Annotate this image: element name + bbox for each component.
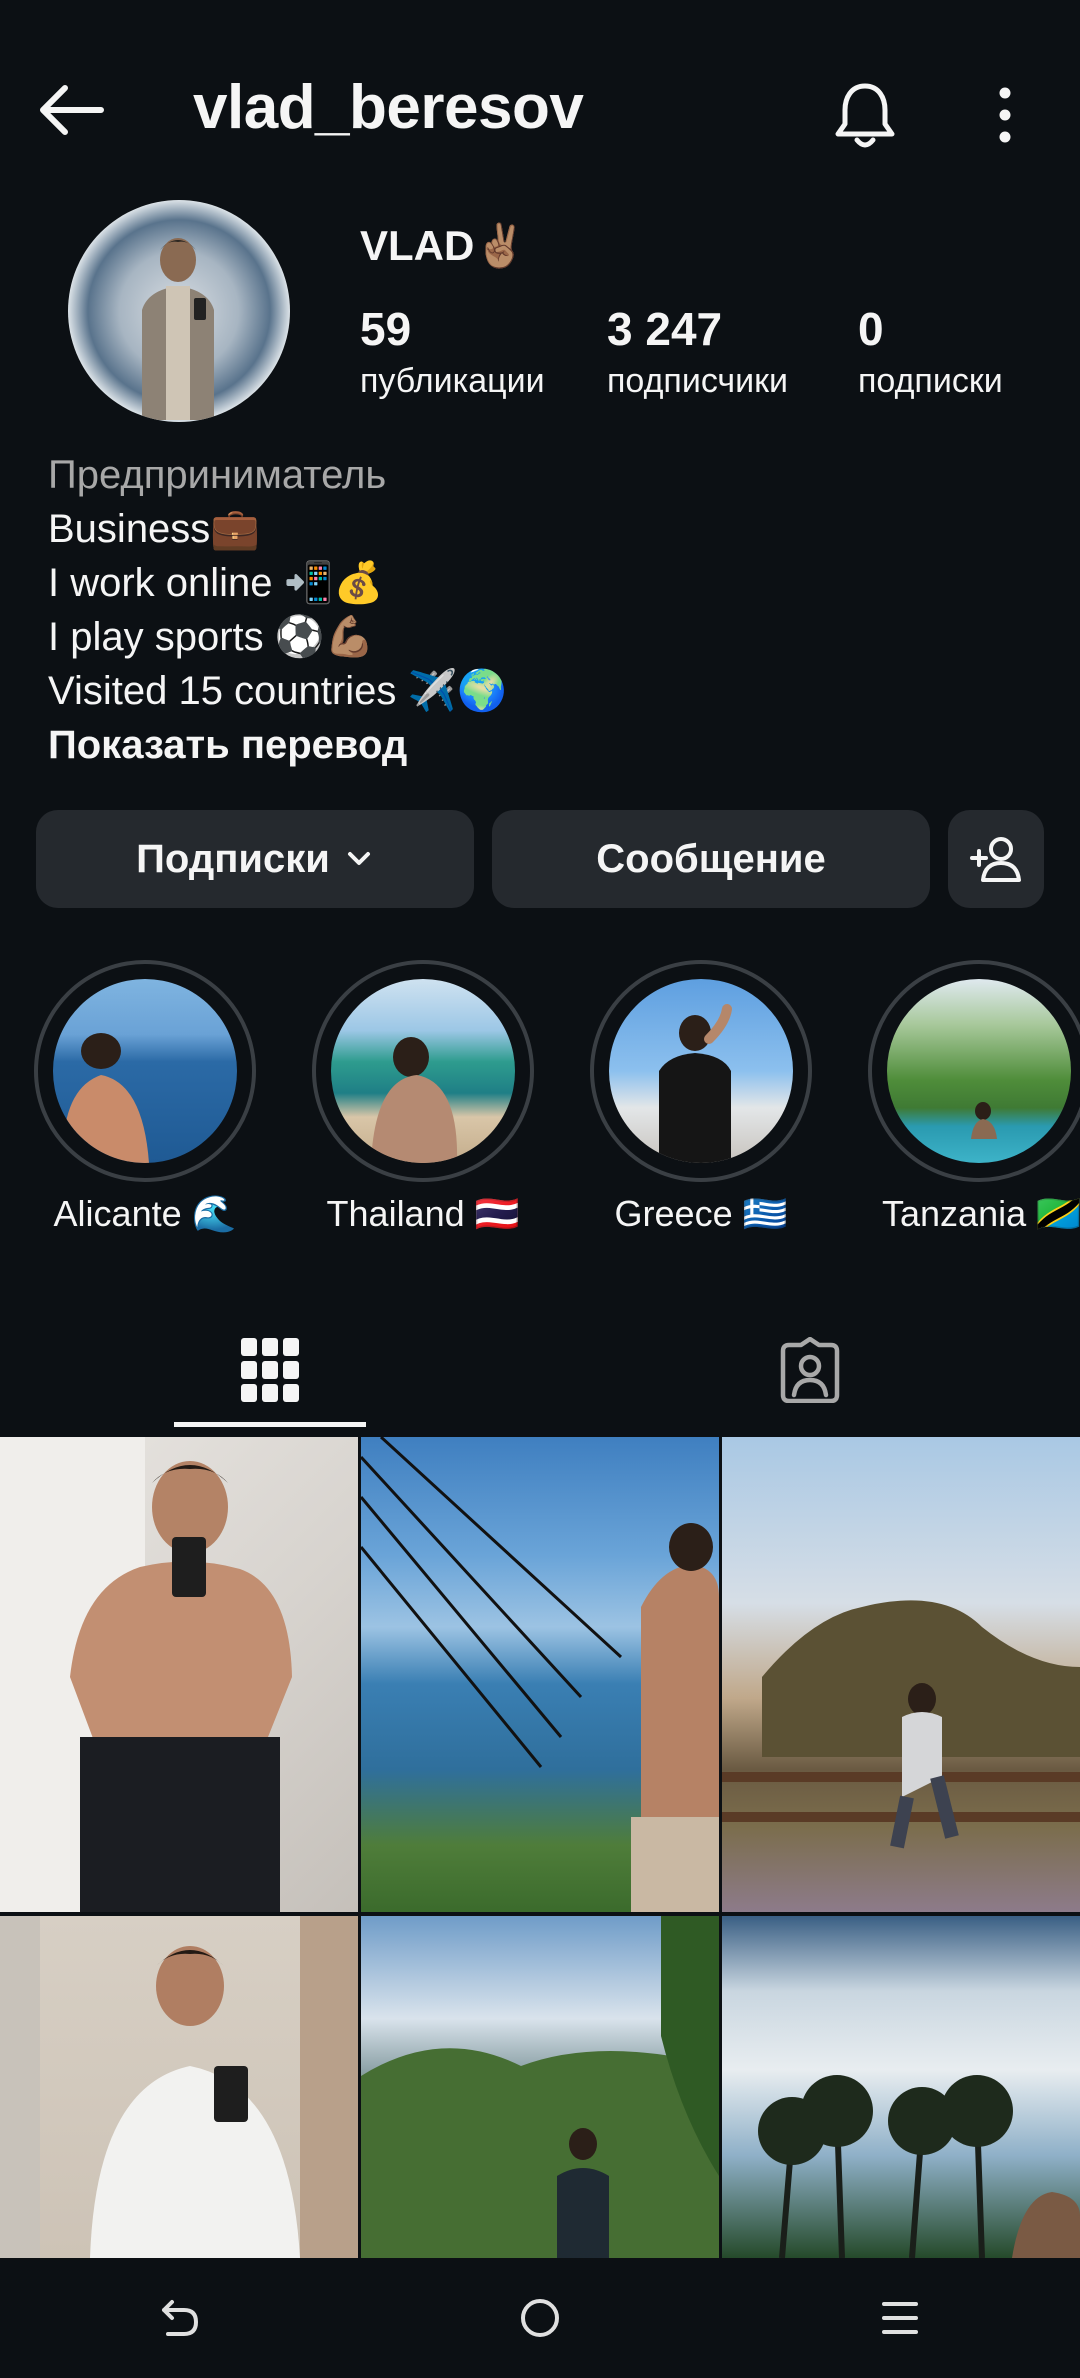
avatar-person-image	[142, 238, 214, 420]
highlight-greece[interactable]	[590, 960, 812, 1182]
message-button[interactable]: Сообщение	[492, 810, 930, 908]
following-stat[interactable]: 0 подписки	[858, 302, 1003, 401]
followers-label: подписчики	[607, 362, 789, 400]
highlight-label: Thailand 🇹🇭	[326, 1193, 520, 1234]
profile-display-name: VLAD✌🏽	[360, 222, 527, 269]
posts-stat[interactable]: 59 публикации	[360, 302, 545, 401]
tab-posts-grid[interactable]	[174, 1310, 366, 1430]
selected-tab-indicator	[174, 1422, 366, 1427]
bio-line: Visited 15 countries ✈️🌍	[48, 669, 508, 713]
posts-label: публикации	[360, 362, 545, 400]
notifications-button[interactable]	[820, 70, 910, 160]
tagged-icon	[780, 1337, 840, 1403]
post-thumbnail[interactable]	[361, 1437, 719, 1912]
highlight-thailand[interactable]	[312, 960, 534, 1182]
profile-username: vlad_beresov	[193, 73, 584, 142]
profile-category: Предприниматель	[48, 453, 387, 497]
back-button[interactable]	[30, 70, 110, 150]
arrow-left-icon	[40, 85, 104, 135]
highlight-cover	[609, 979, 793, 1163]
bio-line: Business💼	[48, 507, 261, 551]
post-thumbnail[interactable]	[722, 1916, 1080, 2258]
nav-home-icon	[521, 2299, 559, 2337]
highlight-cover	[331, 979, 515, 1163]
highlight-cover	[887, 979, 1071, 1163]
bio-line: I play sports ⚽💪🏽	[48, 615, 375, 659]
highlight-label: Greece 🇬🇷	[614, 1193, 788, 1234]
profile-avatar[interactable]	[68, 200, 290, 422]
following-label: подписки	[858, 362, 1003, 400]
highlight-alicante[interactable]	[34, 960, 256, 1182]
following-button-label: Подписки	[136, 836, 330, 881]
post-thumbnail[interactable]	[0, 1916, 358, 2258]
profile-bio: Предприниматель Business💼 I work online …	[48, 448, 507, 772]
followers-count: 3 247	[607, 303, 723, 355]
posts-count: 59	[360, 303, 412, 355]
post-thumbnail[interactable]	[722, 1437, 1080, 1912]
more-vertical-icon	[999, 87, 1011, 143]
show-translation-link[interactable]: Показать перевод	[48, 718, 507, 772]
message-button-label: Сообщение	[596, 836, 826, 881]
highlight-cover	[53, 979, 237, 1163]
tab-tagged[interactable]	[714, 1310, 906, 1430]
highlight-label: Tanzania 🇹🇿	[882, 1193, 1080, 1234]
highlight-tanzania[interactable]	[868, 960, 1080, 1182]
highlight-label: Alicante 🌊	[53, 1193, 237, 1234]
following-count: 0	[858, 303, 884, 355]
add-person-icon	[970, 837, 1021, 882]
nav-back-button[interactable]	[120, 2268, 240, 2368]
nav-back-icon	[162, 2300, 198, 2336]
suggest-people-button[interactable]	[948, 810, 1044, 908]
top-bar: vlad_beresov	[0, 0, 1080, 210]
nav-home-button[interactable]	[480, 2268, 600, 2368]
grid-icon	[241, 1338, 299, 1402]
nav-recents-button[interactable]	[840, 2268, 960, 2368]
bell-icon	[835, 83, 895, 148]
post-thumbnail[interactable]	[0, 1437, 358, 1912]
following-button[interactable]: Подписки	[36, 810, 474, 908]
bio-line: I work online 📲💰	[48, 561, 384, 605]
chevron-down-icon	[347, 852, 370, 865]
more-options-button[interactable]	[970, 70, 1040, 160]
nav-recents-icon	[882, 2302, 918, 2334]
followers-stat[interactable]: 3 247 подписчики	[607, 302, 788, 401]
system-navigation-bar	[0, 2258, 1080, 2378]
post-thumbnail[interactable]	[361, 1916, 719, 2258]
